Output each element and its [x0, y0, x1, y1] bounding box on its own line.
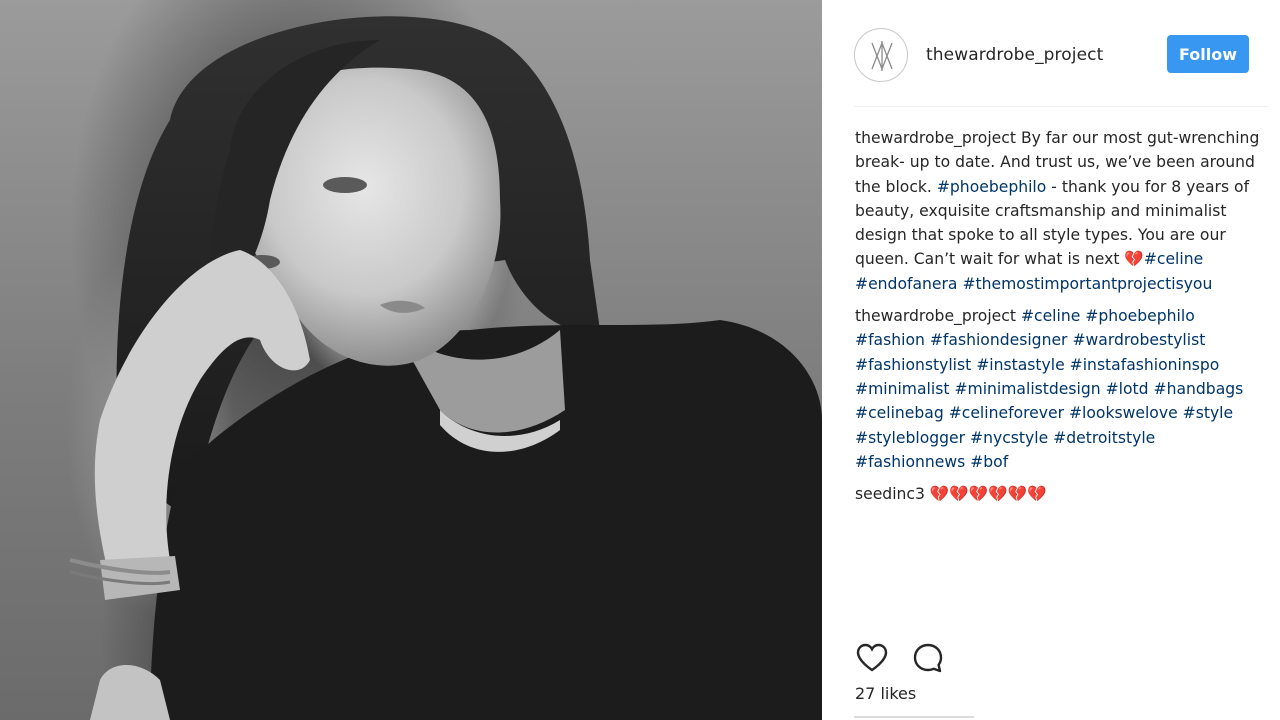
comments-list: thewardrobe_project By far our most gut-…: [855, 126, 1265, 514]
comment-item: seedinc3 💔💔💔💔💔💔: [855, 482, 1265, 506]
hashtag-link[interactable]: #minimalistdesign: [954, 380, 1100, 398]
comment-username[interactable]: thewardrobe_project: [855, 307, 1016, 325]
hashtag-link[interactable]: #phoebephilo: [1085, 307, 1194, 325]
hashtag-link[interactable]: #celine: [1021, 307, 1080, 325]
author-username[interactable]: thewardrobe_project: [926, 45, 1103, 65]
likes-count[interactable]: 27 likes: [855, 684, 916, 703]
hashtag-link[interactable]: #instastyle: [976, 356, 1064, 374]
hashtag-link[interactable]: #celineforever: [949, 404, 1064, 422]
hashtag-link[interactable]: #bof: [970, 453, 1008, 471]
hashtag-link[interactable]: #fashionnews: [855, 453, 965, 471]
hashtag-link[interactable]: #detroitstyle: [1053, 429, 1155, 447]
hashtag-link[interactable]: #themostimportantprojectisyou: [962, 275, 1212, 293]
hashtag-link[interactable]: #endofanera: [855, 275, 957, 293]
avatar[interactable]: [854, 28, 908, 82]
header-divider: [854, 106, 1268, 107]
post-details-panel: thewardrobe_project Follow thewardrobe_p…: [822, 0, 1280, 720]
post-photo[interactable]: [0, 0, 822, 720]
heart-outline-icon[interactable]: [854, 640, 890, 676]
hashtag-link[interactable]: #styleblogger: [855, 429, 965, 447]
hashtag-link[interactable]: #fashion: [855, 331, 925, 349]
hashtag-link[interactable]: #lotd: [1106, 380, 1149, 398]
hashtag-link[interactable]: #lookswelove: [1069, 404, 1178, 422]
hashtag-link[interactable]: #handbags: [1154, 380, 1244, 398]
caption-text: By far our most gut-wrenching break- up …: [855, 129, 1259, 293]
comment-text: 💔💔💔💔💔💔: [929, 485, 1047, 504]
comment-username[interactable]: seedinc3: [855, 485, 925, 503]
post-header: thewardrobe_project Follow: [854, 28, 1268, 86]
hashtag-link[interactable]: #phoebephilo: [937, 178, 1046, 196]
comment-item: thewardrobe_project #celine #phoebephilo…: [855, 304, 1265, 474]
hashtag-link[interactable]: #minimalist: [855, 380, 949, 398]
hashtag-link[interactable]: #fashionstylist: [855, 356, 971, 374]
comment-bubble-icon[interactable]: [910, 640, 946, 676]
follow-button[interactable]: Follow: [1167, 35, 1249, 73]
portrait-illustration: [69, 16, 822, 720]
caption-username[interactable]: thewardrobe_project: [855, 129, 1016, 147]
hashtag-link[interactable]: #instafashioninspo: [1070, 356, 1220, 374]
comment-hashtags: #celine #phoebephilo #fashion #fashionde…: [855, 307, 1243, 471]
hashtag-link[interactable]: #nycstyle: [970, 429, 1048, 447]
wardrobe-monogram-logo: [871, 41, 893, 71]
hashtag-link[interactable]: #celinebag: [855, 404, 944, 422]
post-actions: [854, 640, 1268, 680]
caption: thewardrobe_project By far our most gut-…: [855, 126, 1265, 296]
hashtag-link[interactable]: #fashiondesigner: [930, 331, 1068, 349]
hashtag-link[interactable]: #celine: [1144, 250, 1203, 268]
bottom-divider: [854, 716, 974, 718]
hashtag-link[interactable]: #style: [1183, 404, 1233, 422]
hashtag-link[interactable]: #wardrobestylist: [1072, 331, 1205, 349]
